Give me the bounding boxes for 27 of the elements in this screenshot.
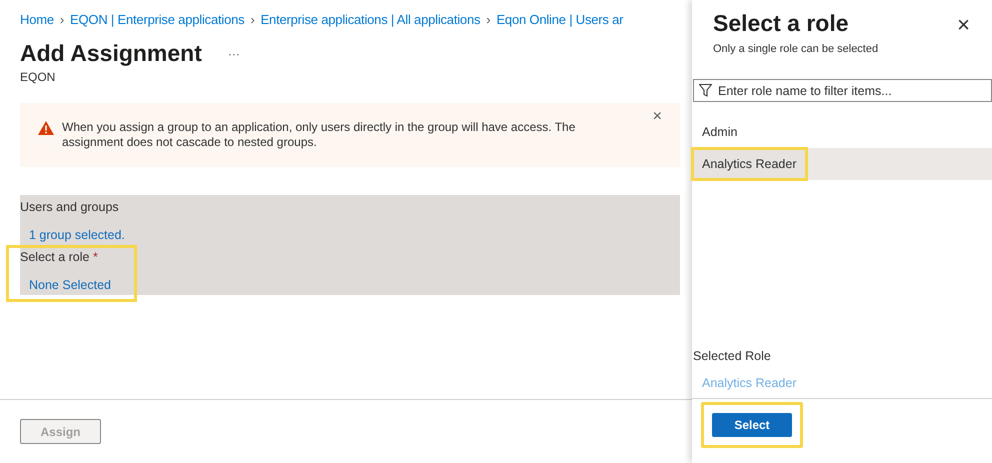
panel-subtitle: Only a single role can be selected: [713, 43, 878, 55]
close-button[interactable]: ×: [957, 12, 970, 37]
chevron-icon: ›: [60, 12, 64, 26]
breadcrumb-link[interactable]: EQON | Enterprise applications: [70, 12, 244, 26]
filter-icon: [699, 84, 712, 97]
breadcrumb-link[interactable]: Enterprise applications | All applications: [260, 12, 480, 26]
warning-icon: [38, 121, 54, 135]
role-item[interactable]: Admin: [692, 116, 992, 148]
field-label: Select a role *: [20, 250, 98, 264]
breadcrumb-link[interactable]: Home: [20, 12, 54, 26]
field-label: Users and groups: [20, 200, 119, 214]
banner-message: When you assign a group to an application, only users directly in the group will have access. The assignment does not cascade to nested groups.: [62, 120, 576, 150]
close-button[interactable]: ×: [652, 109, 662, 125]
select-button[interactable]: Select: [712, 413, 792, 437]
role-item[interactable]: Analytics Reader: [692, 148, 992, 180]
breadcrumb-link[interactable]: Eqon Online | Users ar: [496, 12, 624, 26]
field-link[interactable]: 1 group selected.: [29, 228, 125, 242]
more-options-button[interactable]: ···: [228, 46, 240, 60]
selected-role-label: Selected Role: [693, 349, 771, 363]
page-subtitle: EQON: [20, 70, 56, 84]
panel-title: Select a role: [713, 10, 849, 37]
chevron-icon: ›: [250, 12, 255, 26]
field-link[interactable]: None Selected: [29, 278, 112, 292]
selected-role-value: Analytics Reader: [702, 376, 796, 390]
filter-field[interactable]: Enter role name to filter items...: [693, 79, 992, 102]
chevron-icon: ›: [486, 12, 490, 26]
page-title: Add Assignment: [20, 40, 202, 67]
